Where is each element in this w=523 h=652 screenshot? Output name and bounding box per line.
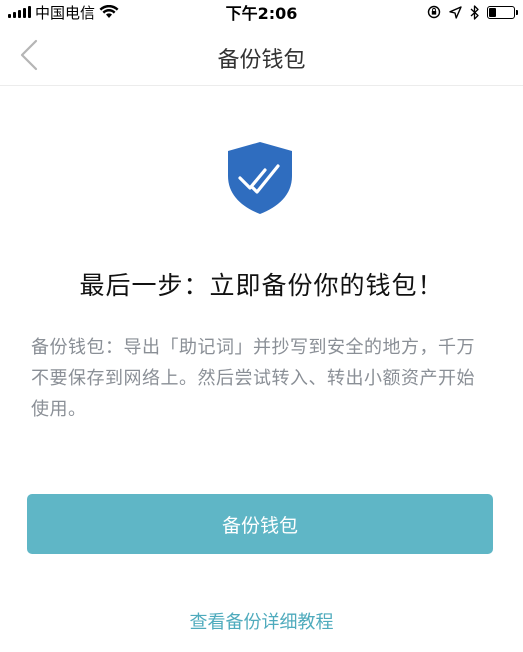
battery-level [489,7,497,17]
status-bar: 中国电信 下午2:06 [0,0,523,24]
battery-icon [487,5,518,19]
backup-tutorial-link[interactable]: 查看备份详细教程 [0,608,523,634]
status-right [427,4,518,20]
shield-check-icon [228,142,292,214]
wifi-icon [99,5,119,18]
signal-icon [8,6,31,18]
nav-bar: 备份钱包 [0,24,523,86]
headline: 最后一步：立即备份你的钱包！ [79,271,444,300]
location-icon [449,5,462,19]
backup-wallet-button[interactable]: 备份钱包 [27,494,493,554]
description: 备份钱包：导出「助记词」并抄写到安全的地方，千万不要保存到网络上。然后尝试转入、… [31,337,475,420]
status-left: 中国电信 [8,2,119,23]
page-title: 备份钱包 [217,48,306,73]
carrier-label: 中国电信 [35,3,96,22]
orientation-lock-icon [427,5,441,19]
bluetooth-icon [470,4,479,20]
